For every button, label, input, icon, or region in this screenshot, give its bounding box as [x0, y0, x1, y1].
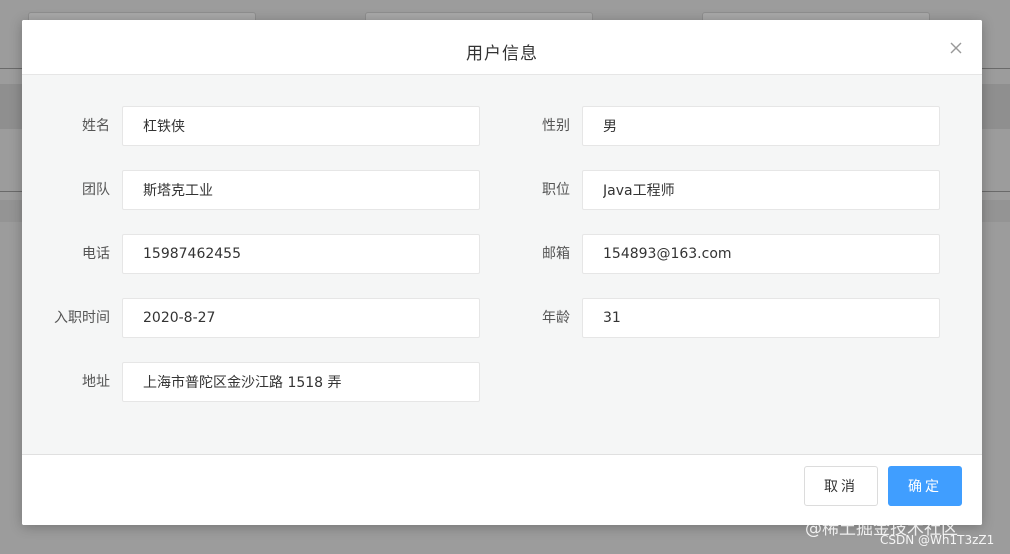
email-input[interactable] — [582, 234, 940, 274]
age-label: 年龄 — [542, 310, 570, 326]
dialog-body: 姓名 性别 团队 职位 电话 邮箱 入职时间 年龄 地址 — [22, 75, 982, 455]
dialog-title: 用户信息 — [466, 44, 538, 64]
gender-label: 性别 — [542, 118, 570, 134]
address-label: 地址 — [82, 374, 110, 390]
team-label: 团队 — [82, 182, 110, 198]
name-input[interactable] — [122, 106, 480, 146]
name-label: 姓名 — [82, 118, 110, 134]
phone-input[interactable] — [122, 234, 480, 274]
gender-input[interactable] — [582, 106, 940, 146]
position-input[interactable] — [582, 170, 940, 210]
email-label: 邮箱 — [542, 246, 570, 262]
watermark-csdn: CSDN @Wh1T3zZ1 — [880, 533, 995, 547]
close-icon — [950, 42, 962, 54]
phone-label: 电话 — [82, 246, 110, 262]
cancel-button[interactable]: 取消 — [804, 466, 878, 506]
hire-date-label: 入职时间 — [54, 310, 110, 326]
confirm-button[interactable]: 确定 — [888, 466, 962, 506]
hire-date-input[interactable] — [122, 298, 480, 338]
dialog-header: 用户信息 — [22, 20, 982, 75]
close-button[interactable] — [948, 40, 964, 56]
address-input[interactable] — [122, 362, 480, 402]
age-input[interactable] — [582, 298, 940, 338]
user-info-dialog: 用户信息 姓名 性别 团队 职位 电话 邮箱 入职时间 年龄 地址 — [22, 20, 982, 525]
position-label: 职位 — [542, 182, 570, 198]
team-input[interactable] — [122, 170, 480, 210]
